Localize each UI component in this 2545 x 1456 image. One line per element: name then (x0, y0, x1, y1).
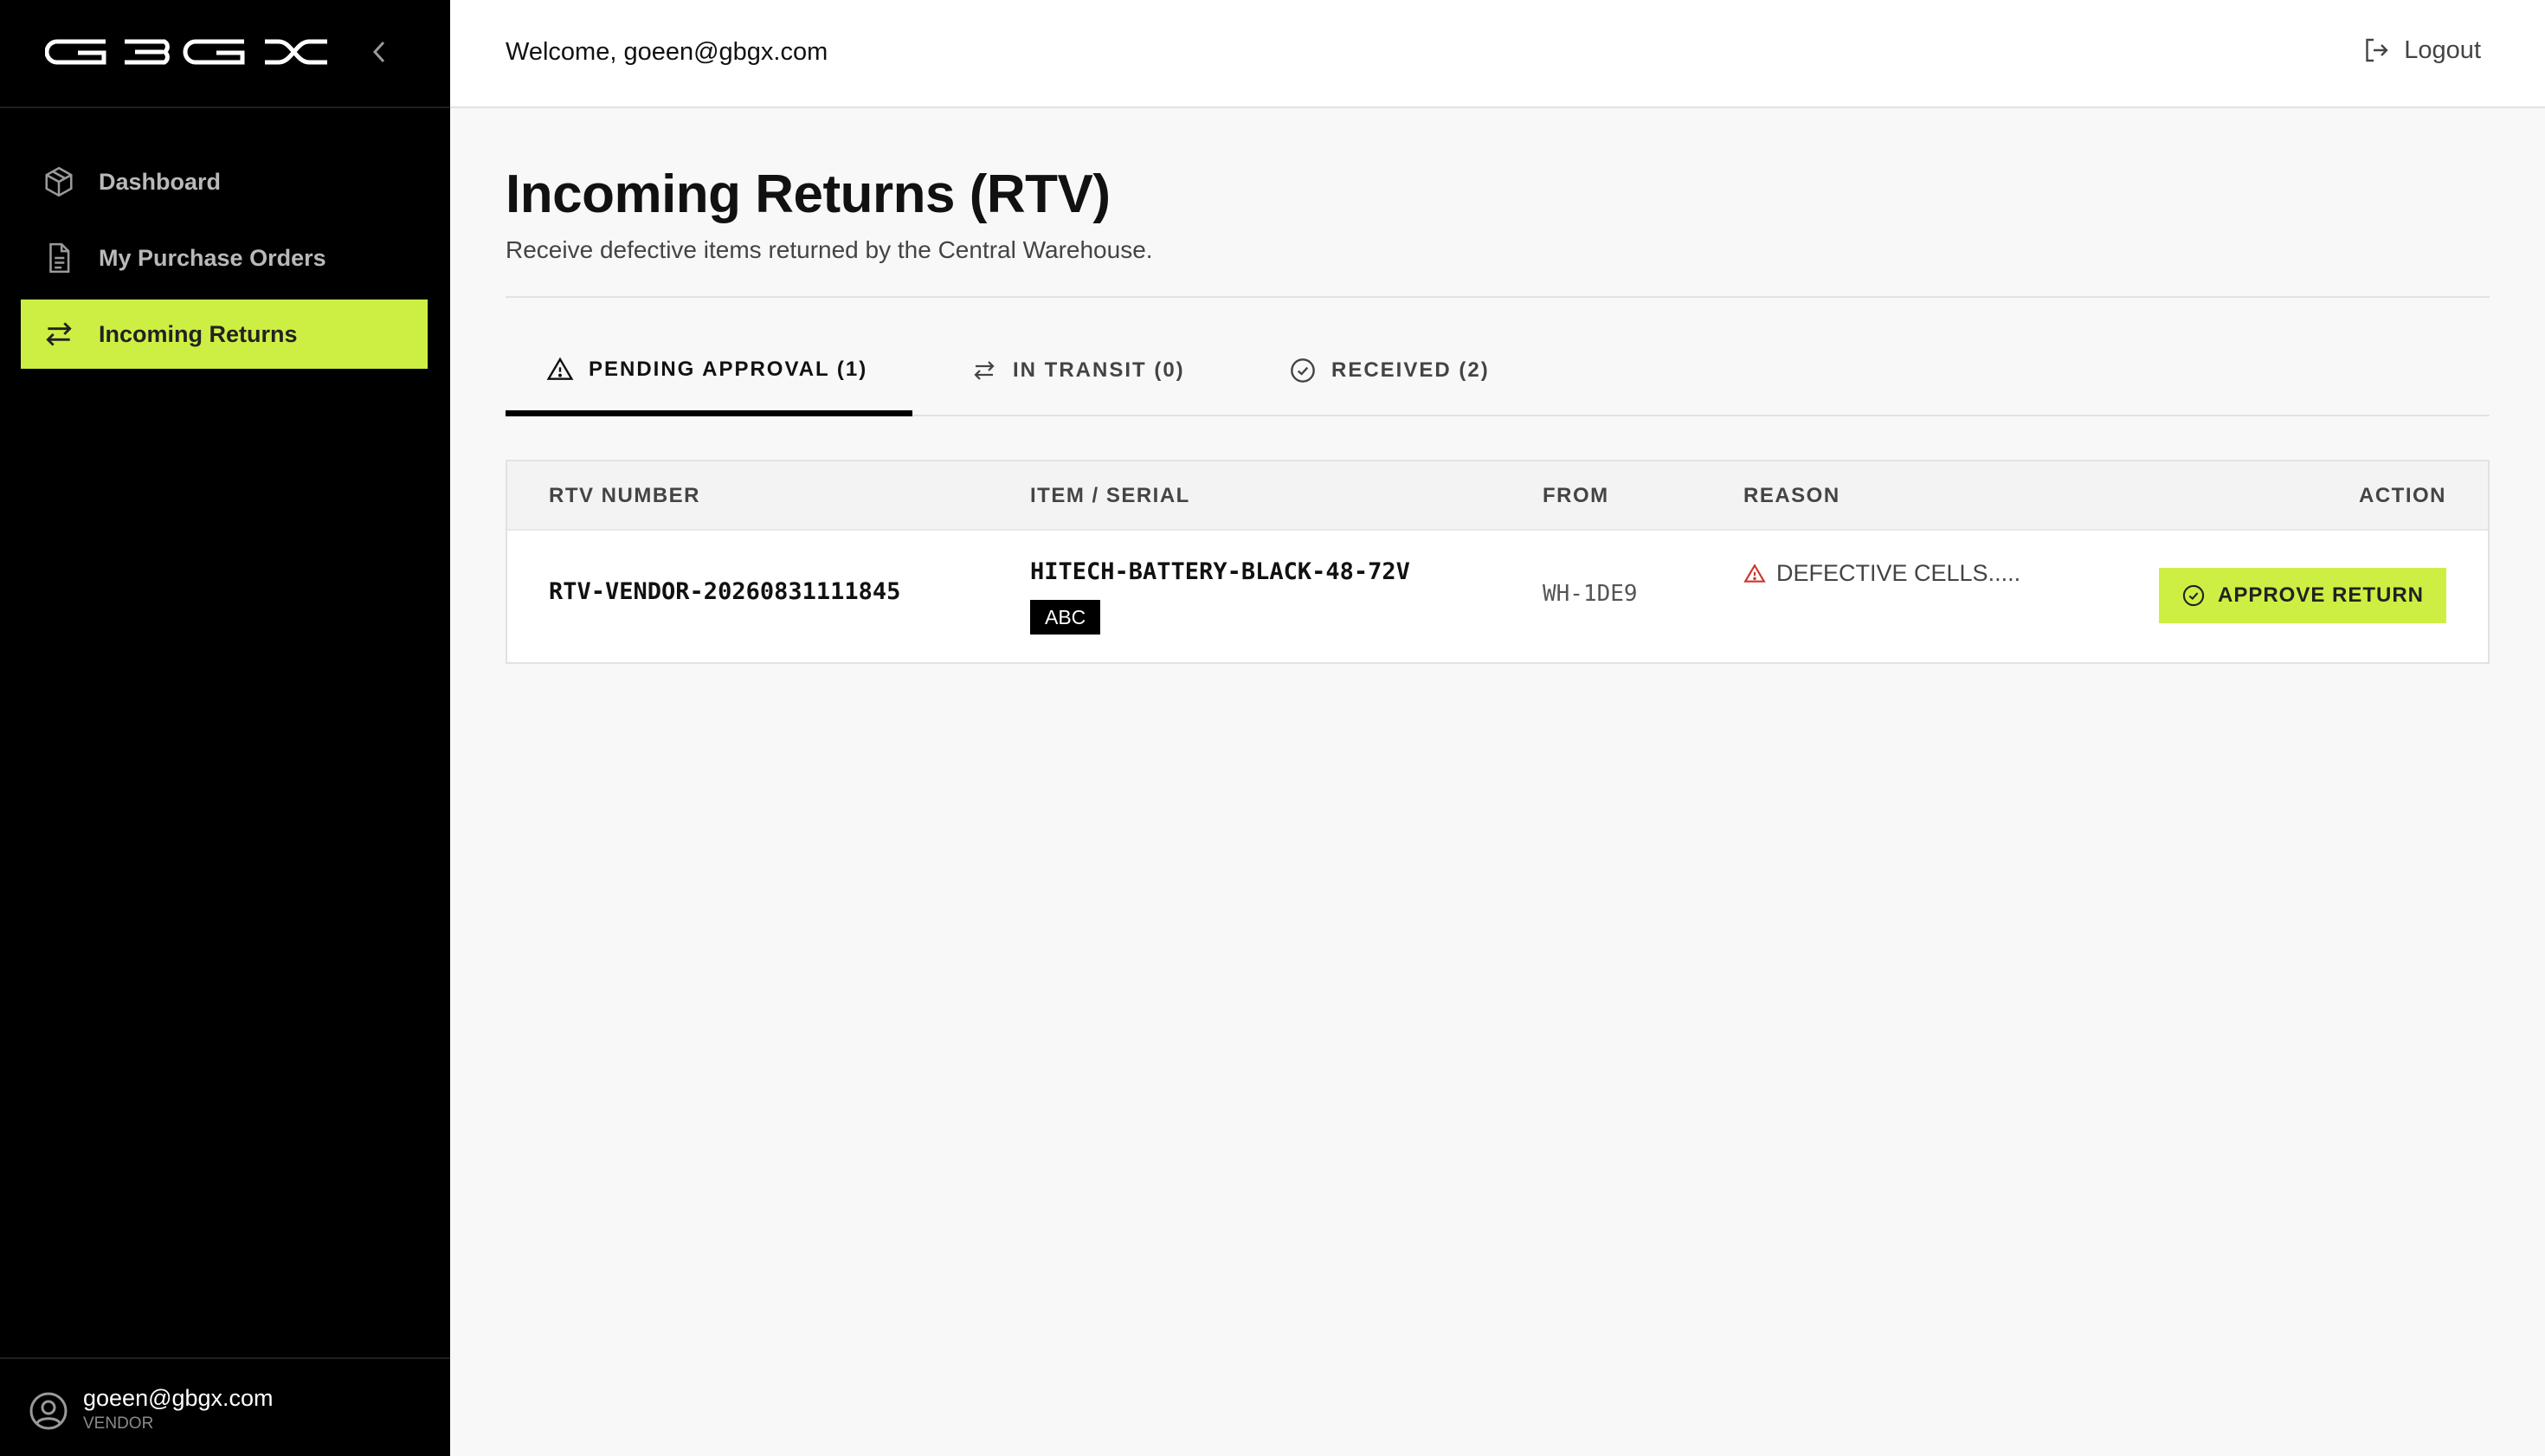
welcome-text: Welcome, goeen@gbgx.com (506, 38, 828, 66)
user-circle-icon (28, 1390, 69, 1432)
column-header-reason: REASON (1743, 484, 1840, 507)
column-header-action: ACTION (2359, 484, 2446, 507)
sidebar: Dashboard My Purchase Orders Incoming Re… (0, 0, 450, 1456)
tab-label: RECEIVED (2) (1331, 358, 1490, 382)
column-header-item-serial: ITEM / SERIAL (1030, 484, 1190, 507)
returns-table: RTV NUMBER ITEM / SERIAL FROM REASON ACT… (506, 460, 2490, 664)
from-location: WH-1DE9 (1543, 581, 1638, 607)
logout-button[interactable]: Logout (2361, 35, 2481, 66)
serial-badge: ABC (1030, 600, 1101, 635)
reason-cell: DEFECTIVE CELLS..... (1743, 560, 2020, 587)
user-email: goeen@gbgx.com (83, 1385, 274, 1411)
column-header-rtv-number: RTV NUMBER (549, 484, 700, 507)
tab-label: IN TRANSIT (0) (1013, 358, 1185, 382)
reason-text: DEFECTIVE CELLS..... (1776, 560, 2021, 586)
warning-triangle-icon (1743, 563, 1766, 585)
sidebar-item-purchase-orders[interactable]: My Purchase Orders (21, 223, 428, 293)
swap-arrows-icon (970, 356, 999, 385)
check-circle-icon (2181, 583, 2206, 608)
status-tabs: PENDING APPROVAL (1) IN TRANSIT (0) RECE… (506, 325, 2490, 416)
logo-wordmark (44, 39, 327, 65)
gbgx-logo[interactable] (44, 38, 331, 70)
sidebar-nav: Dashboard My Purchase Orders Incoming Re… (21, 147, 428, 376)
page-subtitle: Receive defective items returned by the … (506, 236, 1153, 263)
column-header-from: FROM (1543, 484, 1609, 507)
sidebar-item-incoming-returns[interactable]: Incoming Returns (21, 300, 428, 369)
warning-triangle-icon (545, 355, 575, 384)
check-circle-icon (1288, 356, 1318, 385)
document-icon (42, 241, 76, 275)
rtv-number: RTV-VENDOR-20260831111845 (549, 578, 901, 605)
tab-received[interactable]: RECEIVED (2) (1288, 325, 1490, 416)
sidebar-item-label: My Purchase Orders (99, 244, 326, 271)
logout-icon (2361, 35, 2392, 66)
table-header: RTV NUMBER ITEM / SERIAL FROM REASON ACT… (507, 461, 2488, 531)
tab-label: PENDING APPROVAL (1) (589, 357, 868, 381)
user-role: VENDOR (83, 1414, 154, 1433)
approve-return-label: APPROVE RETURN (2217, 583, 2425, 607)
sidebar-item-label: Incoming Returns (99, 320, 298, 347)
tab-pending-approval[interactable]: PENDING APPROVAL (1) (506, 325, 912, 416)
chevron-left-icon (372, 41, 385, 63)
user-profile[interactable]: goeen@gbgx.com VENDOR (0, 1357, 450, 1456)
sidebar-item-label: Dashboard (99, 168, 222, 195)
divider (506, 296, 2490, 298)
top-bar: Welcome, goeen@gbgx.com Logout (450, 0, 2545, 108)
tab-in-transit[interactable]: IN TRANSIT (0) (970, 325, 1185, 416)
sidebar-item-dashboard[interactable]: Dashboard (21, 147, 428, 216)
table-row: RTV-VENDOR-20260831111845 HITECH-BATTERY… (507, 531, 2488, 662)
logout-label: Logout (2404, 35, 2481, 64)
collapse-sidebar-button[interactable] (364, 35, 395, 69)
sidebar-header (0, 0, 450, 108)
approve-return-button[interactable]: APPROVE RETURN (2159, 568, 2446, 623)
swap-arrows-icon (42, 317, 76, 351)
item-name: HITECH-BATTERY-BLACK-48-72V (1030, 558, 1410, 585)
page-title: Incoming Returns (RTV) (506, 164, 1111, 224)
package-icon (42, 164, 76, 199)
